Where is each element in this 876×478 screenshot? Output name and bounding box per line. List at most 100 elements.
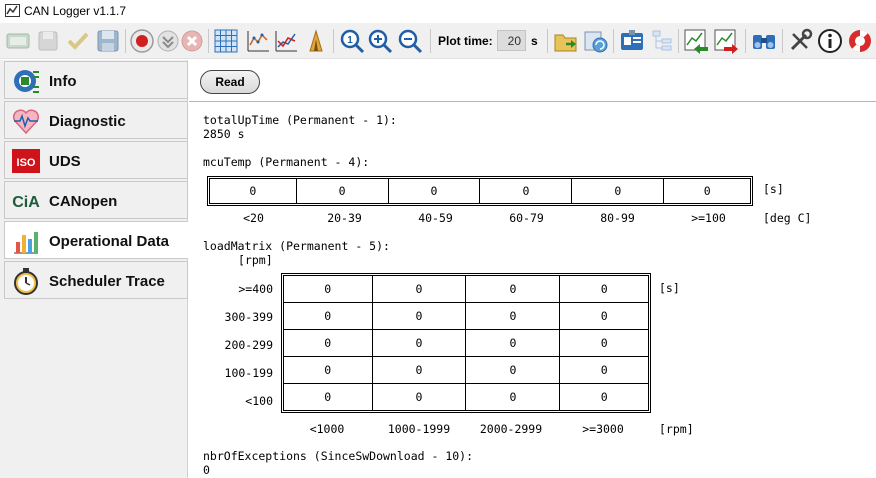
- open-file-icon[interactable]: [552, 27, 580, 55]
- load-matrix-row-label: >=400: [238, 282, 273, 296]
- load-matrix-cell: 0: [371, 328, 467, 358]
- plot-time-label: Plot time:: [438, 34, 493, 48]
- plot-time-unit: s: [531, 34, 538, 48]
- sidebar-item-label: CANopen: [49, 193, 118, 210]
- info-icon[interactable]: [816, 27, 844, 55]
- load-matrix-cell: 0: [371, 356, 467, 385]
- save-icon[interactable]: [94, 27, 122, 55]
- sidebar-item-label: Info: [49, 73, 77, 90]
- mcu-temp-cell: 0: [571, 179, 665, 203]
- mcu-temp-bin-label: 60-79: [509, 211, 544, 225]
- load-matrix-cell: 0: [284, 301, 373, 330]
- gear-chip-icon: [11, 66, 41, 96]
- mcu-temp-bin-label: >=100: [691, 211, 726, 225]
- load-matrix-cell: 0: [371, 301, 467, 330]
- svg-text:ISO: ISO: [17, 157, 36, 169]
- refresh-globe-icon[interactable]: [582, 27, 610, 55]
- load-matrix-cell: 0: [559, 276, 648, 303]
- mcu-temp-bin-label: 20-39: [327, 211, 362, 225]
- load-matrix-cell: 0: [284, 356, 373, 385]
- multi-plot-icon[interactable]: [272, 27, 300, 55]
- content-panel: Read totalUpTime (Permanent - 1): 2850 s…: [189, 60, 876, 478]
- load-matrix-cell: 0: [284, 328, 373, 358]
- help-lifebuoy-icon[interactable]: [846, 27, 874, 55]
- toolbar: 1 Plot time: 20 s: [0, 23, 876, 59]
- connect-icon[interactable]: [4, 27, 32, 55]
- sidebar: Info Diagnostic ISO UDS CiA CANopen Oper…: [0, 60, 188, 478]
- mcu-temp-bin-unit: [deg C]: [763, 211, 812, 225]
- load-matrix-row-label: 100-199: [224, 366, 273, 380]
- sidebar-item-operational-data[interactable]: Operational Data: [4, 221, 188, 259]
- load-matrix-title: loadMatrix (Permanent - 5):: [203, 239, 390, 253]
- load-matrix-col-label: 2000-2999: [479, 422, 543, 436]
- zoom-reset-icon[interactable]: 1: [338, 27, 366, 55]
- mcu-temp-cell: 0: [663, 179, 750, 203]
- load-matrix-cell-unit: [s]: [659, 281, 680, 295]
- sidebar-item-canopen[interactable]: CiA CANopen: [4, 181, 188, 219]
- load-matrix-col-label: 1000-1999: [387, 422, 451, 436]
- uptime-value: 2850 s: [203, 127, 245, 141]
- tree-view-icon[interactable]: [648, 27, 676, 55]
- sidebar-item-label: Scheduler Trace: [49, 273, 165, 290]
- sidebar-item-scheduler-trace[interactable]: Scheduler Trace: [4, 261, 188, 299]
- svg-text:CiA: CiA: [12, 194, 40, 211]
- iso-icon: ISO: [11, 146, 41, 176]
- load-matrix-cell: 0: [465, 356, 561, 385]
- svg-text:1: 1: [347, 35, 353, 46]
- load-matrix-cell: 0: [465, 328, 561, 358]
- peak-icon[interactable]: [302, 27, 330, 55]
- mcu-temp-grid: 0 0 0 0 0 0: [207, 176, 753, 206]
- load-matrix-cell: 0: [371, 276, 467, 303]
- load-matrix-col-label: >=3000: [582, 422, 624, 436]
- record-icon[interactable]: [128, 27, 156, 55]
- load-matrix-row-unit: [rpm]: [238, 253, 273, 267]
- load-matrix-col-label: <1000: [309, 422, 345, 436]
- load-matrix-row-label: 200-299: [224, 338, 273, 352]
- window-title: CAN Logger v1.1.7: [24, 4, 127, 18]
- read-button[interactable]: Read: [200, 70, 260, 94]
- stopwatch-icon: [11, 266, 41, 296]
- load-matrix-grid: 0 0 0 0 0 0 0 0 0 0 0 0 0 0 0 0 0 0 0 0: [281, 273, 651, 413]
- mcu-temp-cell: 0: [387, 179, 481, 203]
- mcu-temp-cell: 0: [295, 179, 389, 203]
- stop-icon[interactable]: [178, 27, 206, 55]
- title-bar: CAN Logger v1.1.7: [0, 0, 876, 23]
- mcu-temp-cell: 0: [479, 179, 573, 203]
- load-matrix-cell: 0: [284, 383, 373, 410]
- load-matrix-cell: 0: [559, 383, 648, 410]
- import-chart-icon[interactable]: [682, 27, 710, 55]
- sidebar-item-label: Operational Data: [49, 233, 170, 250]
- load-matrix-row-label: <100: [245, 394, 273, 408]
- tools-icon[interactable]: [786, 27, 814, 55]
- grid-icon[interactable]: [212, 27, 240, 55]
- sidebar-item-uds[interactable]: ISO UDS: [4, 141, 188, 179]
- check-icon[interactable]: [64, 27, 92, 55]
- sidebar-item-info[interactable]: Info: [4, 61, 188, 99]
- export-chart-icon[interactable]: [712, 27, 740, 55]
- mcu-temp-unit: [s]: [763, 182, 784, 196]
- zoom-in-icon[interactable]: [366, 27, 394, 55]
- load-matrix-cell: 0: [559, 356, 648, 385]
- load-matrix-cell: 0: [284, 276, 373, 303]
- load-matrix-row-label: 300-399: [224, 310, 273, 324]
- heart-pulse-icon: [11, 106, 41, 136]
- load-matrix-cell: 0: [465, 276, 561, 303]
- uptime-title: totalUpTime (Permanent - 1):: [203, 113, 397, 127]
- load-matrix-cell: 0: [465, 301, 561, 330]
- zoom-out-icon[interactable]: [396, 27, 424, 55]
- load-matrix-cell: 0: [465, 383, 561, 410]
- sidebar-item-label: UDS: [49, 153, 81, 170]
- device-id-icon[interactable]: [618, 27, 646, 55]
- sidebar-item-diagnostic[interactable]: Diagnostic: [4, 101, 188, 139]
- load-matrix-cell: 0: [559, 301, 648, 330]
- plot-time-field[interactable]: 20: [497, 30, 526, 51]
- binoculars-icon[interactable]: [750, 27, 778, 55]
- line-plot-icon[interactable]: [244, 27, 272, 55]
- mcu-temp-bin-label: <20: [243, 211, 264, 225]
- disconnect-icon[interactable]: [34, 27, 62, 55]
- bar-chart-icon: [11, 226, 41, 256]
- app-logo-icon: [5, 4, 20, 17]
- load-matrix-col-unit: [rpm]: [659, 422, 694, 436]
- load-matrix-cell: 0: [371, 383, 467, 410]
- mcu-temp-title: mcuTemp (Permanent - 4):: [203, 155, 370, 169]
